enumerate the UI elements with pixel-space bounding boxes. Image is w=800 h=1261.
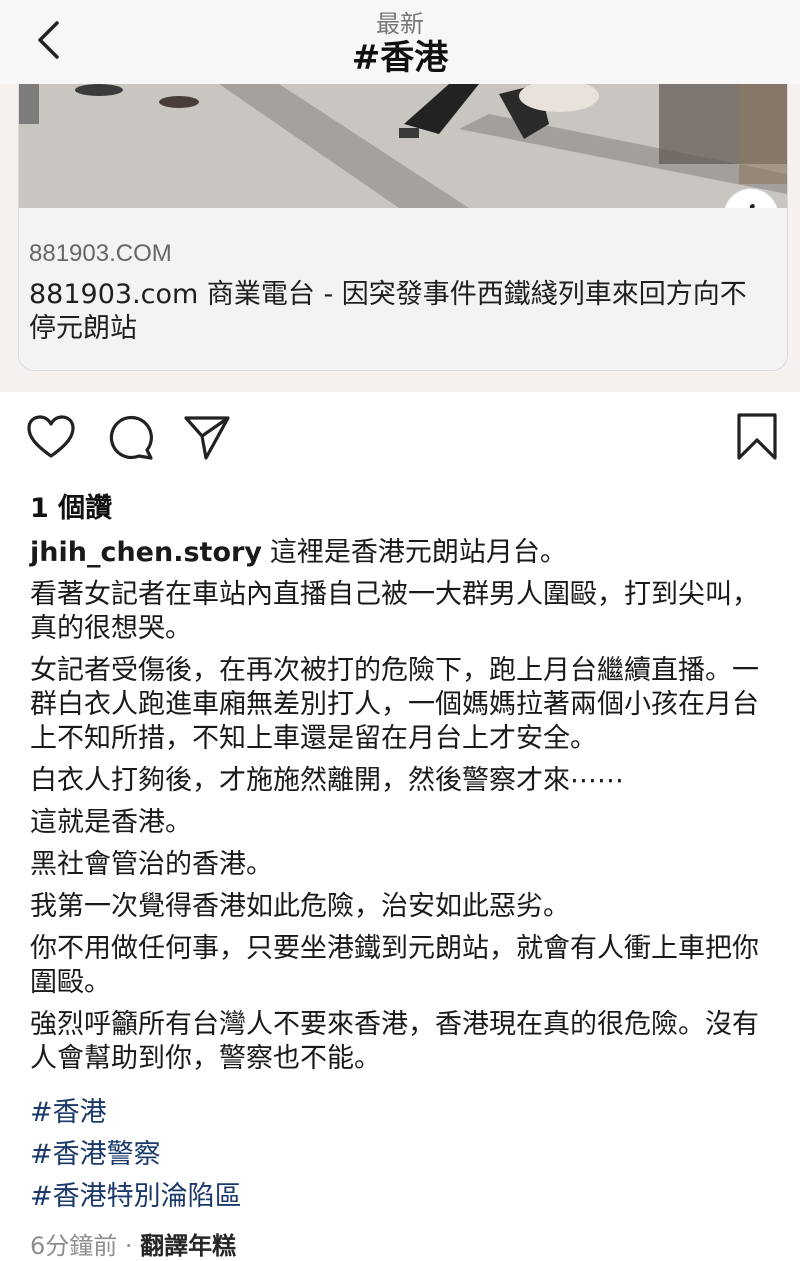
post-media-area: i 881903.COM 881903.com 商業電台 - 因突發事件西鐵綫列… xyxy=(0,84,800,392)
send-icon xyxy=(184,416,230,460)
caption-paragraph: 我第一次覺得香港如此危險，治安如此惡劣。 xyxy=(30,891,570,922)
hashtag-list: #香港 #香港警察 #香港特別淪陷區 xyxy=(30,1092,770,1218)
station-photo xyxy=(19,84,787,208)
hashtag-link[interactable]: #香港警察 xyxy=(30,1134,770,1176)
link-preview-card[interactable]: i 881903.COM 881903.com 商業電台 - 因突發事件西鐵綫列… xyxy=(18,84,788,371)
comment-button[interactable] xyxy=(104,410,158,464)
hashtag-link[interactable]: #香港特別淪陷區 xyxy=(30,1176,770,1218)
page-title: #香港 xyxy=(351,38,449,78)
post-action-bar xyxy=(0,410,800,470)
post-footer: 6分鐘前 · 翻譯年糕 xyxy=(30,1226,236,1261)
caption-paragraph: 你不用做任何事，只要坐港鐵到元朗站，就會有人衝上車把你圍毆。 xyxy=(30,933,759,998)
caption-first-line: jhih_chen.story 這裡是香港元朗站月台。 xyxy=(30,536,770,570)
link-title[interactable]: 881903.com 商業電台 - 因突發事件西鐵綫列車來回方向不停元朗站 xyxy=(29,278,769,346)
like-count[interactable]: 1 個讚 xyxy=(30,486,112,525)
heart-icon xyxy=(27,415,75,458)
footer-separator: · xyxy=(117,1232,141,1260)
bookmark-icon xyxy=(737,413,777,460)
link-preview-text[interactable]: 881903.COM 881903.com 商業電台 - 因突發事件西鐵綫列車來… xyxy=(19,208,787,370)
caption-paragraph: 白衣人打夠後，才施施然離開，然後警察才來⋯⋯ xyxy=(30,765,624,796)
caption-intro: 這裡是香港元朗站月台。 xyxy=(269,537,567,568)
post-timestamp: 6分鐘前 xyxy=(30,1232,118,1260)
share-button[interactable] xyxy=(180,410,234,464)
caption-paragraph: 看著女記者在車站內直播自己被一大群男人圍毆，打到尖叫，真的很想哭。 xyxy=(30,579,759,644)
top-nav-bar: 最新 #香港 xyxy=(0,0,800,84)
link-domain: 881903.COM xyxy=(29,240,172,267)
hashtag-link[interactable]: #香港 xyxy=(30,1092,770,1134)
link-preview-image[interactable] xyxy=(19,84,787,208)
username[interactable]: jhih_chen.story xyxy=(30,537,262,568)
save-button[interactable] xyxy=(730,410,784,464)
caption-paragraph: 黑社會管治的香港。 xyxy=(30,849,273,880)
translate-link[interactable]: 翻譯年糕 xyxy=(140,1232,236,1260)
caption-paragraph: 這就是香港。 xyxy=(30,807,192,838)
caption-paragraph: 強烈呼籲所有台灣人不要來香港，香港現在真的很危險。沒有人會幫助到你，警察也不能。 xyxy=(30,1009,759,1074)
caption-paragraph: 女記者受傷後，在再次被打的危險下，跑上月台繼續直播。一群白衣人跑進車廂無差別打人… xyxy=(30,655,759,754)
comment-icon xyxy=(109,415,153,460)
like-button[interactable] xyxy=(24,410,78,464)
post-caption: jhih_chen.story 這裡是香港元朗站月台。 看著女記者在車站內直播自己… xyxy=(30,536,770,1084)
